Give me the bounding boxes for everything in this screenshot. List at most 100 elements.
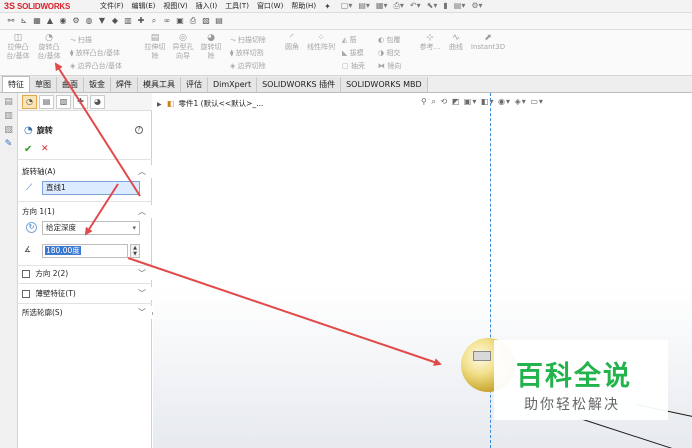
hide-show-icon[interactable]: ◉▾ <box>498 97 511 106</box>
sweep-button[interactable]: ⤳ 扫描 <box>70 35 92 45</box>
fillet-button[interactable]: ◜ 圆角 <box>282 34 302 52</box>
file-properties-icon[interactable]: ▤▾ <box>454 1 466 11</box>
help-icon[interactable]: ? <box>135 126 143 134</box>
extrude-boss-button[interactable]: ◫ 拉伸凸 台/基体 <box>4 34 32 61</box>
display-style-icon[interactable]: ◧▾ <box>481 97 495 106</box>
scene-icon[interactable]: ◆ <box>110 16 120 26</box>
dimxpert-manager-tab-icon[interactable]: ✚ <box>73 95 88 109</box>
binoculars-icon[interactable]: ∞ <box>162 16 172 26</box>
reference-geometry-button[interactable]: ⊹ 参考... <box>416 34 444 52</box>
menu-tools[interactable]: 工具(T) <box>221 1 253 11</box>
hole-wizard-button[interactable]: ◎ 异型孔 向导 <box>170 34 196 61</box>
rib-button[interactable]: ◭ 筋 <box>342 35 357 45</box>
sketch-icon[interactable]: ⊾ <box>19 16 29 26</box>
section-view-icon[interactable]: ◩ <box>452 97 461 106</box>
globe-icon[interactable]: ◉ <box>58 16 68 26</box>
menu-file[interactable]: 文件(F) <box>96 1 128 11</box>
tab-sheet-metal[interactable]: 钣金 <box>84 77 111 92</box>
camera-icon[interactable]: ▣ <box>175 16 185 26</box>
direction1-section-header[interactable]: 方向 1(1) ︿ <box>18 205 152 218</box>
menu-help[interactable]: 帮助(H) <box>287 1 320 11</box>
feature-tree-flyout[interactable]: ▶ ◧ 零件1 (默认<<默认>_... <box>157 98 263 109</box>
direction2-section-header[interactable]: 方向 2(2) ﹀ <box>18 267 152 280</box>
zoom-area-icon[interactable]: ⌕ <box>431 97 436 106</box>
tab-weldments[interactable]: 焊件 <box>111 77 138 92</box>
direction2-checkbox[interactable] <box>22 270 30 278</box>
angle-input[interactable]: 180.00度 <box>42 244 128 258</box>
sketch-pencil-icon[interactable]: ✎ <box>0 139 17 149</box>
expand-arrow-icon[interactable]: ▶ <box>157 101 162 108</box>
feature-manager-tab-icon[interactable]: ◔ <box>22 95 37 109</box>
image-icon[interactable]: ▧ <box>201 16 211 26</box>
options-icon[interactable]: ⚙▾ <box>471 1 482 11</box>
undo-icon[interactable]: ↶▾ <box>410 1 421 11</box>
configuration-manager-tab-icon[interactable]: ▧ <box>56 95 71 109</box>
selected-contours-section-header[interactable]: 所选轮廓(S) ﹀ <box>18 306 152 319</box>
tab-sketch[interactable]: 草图 <box>30 77 57 92</box>
appearance-icon[interactable]: ◍ <box>84 16 94 26</box>
menu-edit[interactable]: 编辑(E) <box>128 1 160 11</box>
zoom-to-fit-icon[interactable]: ⚲ <box>421 97 428 106</box>
new-document-icon[interactable]: ▢▾ <box>341 1 353 11</box>
wrap-button[interactable]: ◐ 包覆 <box>378 35 400 45</box>
axis-section-header[interactable]: 旋转轴(A) ︿ <box>18 165 152 178</box>
smart-dimension-icon[interactable]: ▲ <box>45 16 55 26</box>
tab-solidworks-mbd[interactable]: SOLIDWORKS MBD <box>341 77 428 92</box>
axis-selection-field[interactable]: 直线1 <box>42 181 140 195</box>
select-icon[interactable]: ⬉▾ <box>427 1 438 11</box>
property-icon[interactable]: ▥ <box>0 111 17 121</box>
menu-insert[interactable]: 插入(I) <box>192 1 222 11</box>
solidworks-logo[interactable]: 3S SOLIDWORKS <box>0 0 96 13</box>
reverse-direction-icon[interactable]: ↻ <box>26 222 37 233</box>
tab-surfaces[interactable]: 曲面 <box>57 77 84 92</box>
display-style-icon[interactable]: ▼ <box>97 16 107 26</box>
revolve-cut-button[interactable]: ◕ 旋转切 除 <box>198 34 224 61</box>
settings-icon[interactable]: ⚙ <box>71 16 81 26</box>
grid-icon[interactable]: ▦ <box>32 16 42 26</box>
draft-button[interactable]: ◣ 拔模 <box>342 48 364 58</box>
pin-icon[interactable]: ✦ <box>324 2 331 11</box>
loft-button[interactable]: ⧫ 放样凸台/基体 <box>70 48 120 58</box>
direction1-type-select[interactable]: 给定深度 ▾ <box>42 221 140 235</box>
layout-icon[interactable]: ▤ <box>214 16 224 26</box>
menu-window[interactable]: 窗口(W) <box>253 1 287 11</box>
swept-cut-button[interactable]: ⤳ 扫描切除 <box>230 35 266 45</box>
property-manager-tab-icon[interactable]: ▤ <box>39 95 54 109</box>
instant3d-button[interactable]: ⬈ Instant3D <box>468 34 508 52</box>
ok-button[interactable]: ✔ <box>24 144 32 155</box>
view-settings-icon[interactable]: ▭▾ <box>530 97 544 106</box>
tab-evaluate[interactable]: 评估 <box>181 77 208 92</box>
tab-solidworks-addins[interactable]: SOLIDWORKS 插件 <box>257 77 342 92</box>
display-manager-tab-icon[interactable]: ◕ <box>90 95 105 109</box>
open-icon[interactable]: ▤▾ <box>358 1 370 11</box>
intersect-button[interactable]: ◑ 相交 <box>378 48 400 58</box>
boundary-cut-button[interactable]: ◈ 边界切除 <box>230 61 266 71</box>
angle-spinner[interactable]: ▲ ▼ <box>130 244 140 258</box>
thin-feature-checkbox[interactable] <box>22 290 30 298</box>
thin-feature-section-header[interactable]: 薄壁特征(T) ﹀ <box>18 287 152 300</box>
revolve-boss-button[interactable]: ◔ 旋转凸 台/基体 <box>34 34 64 61</box>
rebuild-icon[interactable]: ▮ <box>443 1 447 11</box>
mirror-button[interactable]: ⧓ 镜向 <box>378 61 401 71</box>
print-preview-icon[interactable]: ⎙ <box>188 16 198 26</box>
cancel-button[interactable]: ✕ <box>41 144 49 154</box>
lofted-cut-button[interactable]: ⧫ 放样切割 <box>230 48 264 58</box>
tab-dimxpert[interactable]: DimXpert <box>208 77 258 92</box>
feature-tree-toggle-icon[interactable]: ▤ <box>0 97 17 107</box>
extrude-cut-button[interactable]: ▤ 拉伸切 除 <box>142 34 168 61</box>
tab-features[interactable]: 特征 <box>2 76 30 92</box>
print-icon[interactable]: ⎙▾ <box>394 1 404 11</box>
edit-appearance-icon[interactable]: ◈▾ <box>515 97 527 106</box>
view-orientation-icon[interactable]: ▣▾ <box>464 97 478 106</box>
zoom-icon[interactable]: ⌕ <box>149 16 159 26</box>
tab-mold-tools[interactable]: 模具工具 <box>138 77 181 92</box>
link-icon[interactable]: ⚯ <box>6 16 16 26</box>
menu-view[interactable]: 视图(V) <box>159 1 191 11</box>
config-icon[interactable]: ▧ <box>0 125 17 135</box>
section-icon[interactable]: ✚ <box>136 16 146 26</box>
linear-pattern-button[interactable]: ⁘ 线性阵列 <box>304 34 338 52</box>
curves-button[interactable]: ∿ 曲线 <box>446 34 466 52</box>
save-icon[interactable]: ▦▾ <box>376 1 388 11</box>
previous-view-icon[interactable]: ⟲ <box>440 97 448 106</box>
shell-button[interactable]: ▢ 抽壳 <box>342 61 365 71</box>
